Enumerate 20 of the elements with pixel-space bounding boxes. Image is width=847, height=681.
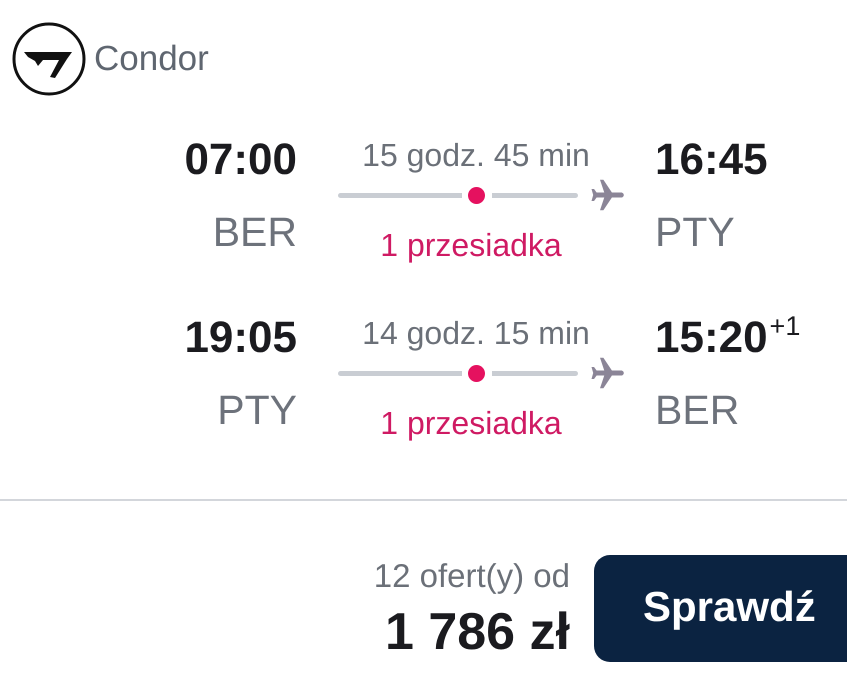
airline-name: Condor [94, 39, 209, 79]
day-offset: +1 [770, 312, 800, 340]
stops-label: 1 przesiadka [379, 404, 563, 443]
check-button[interactable]: Sprawdź [594, 555, 847, 662]
time: 15:20 [655, 312, 768, 364]
time: 07:00 [184, 134, 297, 186]
airport-code: BER [212, 208, 297, 257]
flight-duration: 15 godz. 45 min [361, 136, 591, 175]
airport-code: BER [655, 386, 740, 435]
airport-code: PTY [217, 386, 297, 435]
logo-icon [12, 22, 86, 96]
offers-count: 12 ofert(y) od [374, 556, 570, 596]
time: 16:45 [655, 134, 768, 186]
time: 19:05 [184, 312, 297, 364]
stops-label: 1 przesiadka [379, 226, 563, 265]
airport-code: PTY [655, 208, 735, 257]
flight-duration: 14 godz. 15 min [361, 314, 591, 353]
stop-dot-icon [468, 186, 485, 204]
price: 1 786 zł [384, 602, 570, 662]
stop-dot-icon [468, 364, 485, 382]
